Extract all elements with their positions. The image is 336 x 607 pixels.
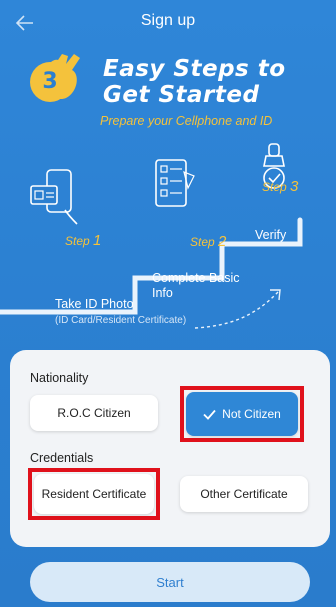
- number-three-badge: 3: [30, 62, 70, 102]
- step-3-title: Verify: [255, 228, 287, 242]
- easy-steps-banner: 3 Easy Steps to Get Started Prepare your…: [0, 50, 336, 140]
- step-number: 1: [93, 232, 102, 249]
- step-2-label: Step 2: [190, 233, 226, 250]
- steps-illustration: Step 1 Take ID Photo (ID Card/Resident C…: [0, 140, 336, 340]
- step-word: Step: [65, 234, 90, 248]
- step-word: Step: [262, 180, 287, 194]
- step-1-label: Step 1: [65, 232, 101, 249]
- other-certificate-option[interactable]: Other Certificate: [180, 476, 308, 512]
- step-2-title: Complete Basic Info: [152, 271, 240, 300]
- page-title: Sign up: [140, 12, 196, 29]
- start-button[interactable]: Start: [30, 562, 310, 602]
- credentials-label: Credentials: [30, 451, 94, 465]
- signup-form-card: Nationality R.O.C Citizen Not Citizen Cr…: [10, 350, 330, 547]
- step-number: 2: [218, 233, 227, 250]
- banner-headline: Easy Steps to Get Started: [103, 56, 333, 108]
- roc-citizen-option[interactable]: R.O.C Citizen: [30, 395, 158, 431]
- banner-subtitle: Prepare your Cellphone and ID: [100, 114, 273, 128]
- form-checklist-icon: [155, 159, 195, 207]
- not-citizen-label: Not Citizen: [222, 407, 281, 421]
- headline-line-2: Get Started: [103, 82, 260, 108]
- not-citizen-option[interactable]: Not Citizen: [186, 392, 298, 436]
- step-1-note: (ID Card/Resident Certificate): [55, 315, 187, 326]
- step-1-title: Take ID Photo: [55, 297, 134, 311]
- checkmark-icon: [203, 409, 216, 420]
- app-header: Sign up: [0, 0, 336, 44]
- step-3-label: Step 3: [262, 178, 298, 195]
- nationality-label: Nationality: [30, 371, 89, 385]
- step-number: 3: [290, 178, 299, 195]
- step-word: Step: [190, 235, 215, 249]
- headline-line-1: Easy Steps to: [103, 56, 286, 82]
- phone-id-icon: [30, 169, 78, 225]
- resident-certificate-option[interactable]: Resident Certificate: [34, 474, 154, 514]
